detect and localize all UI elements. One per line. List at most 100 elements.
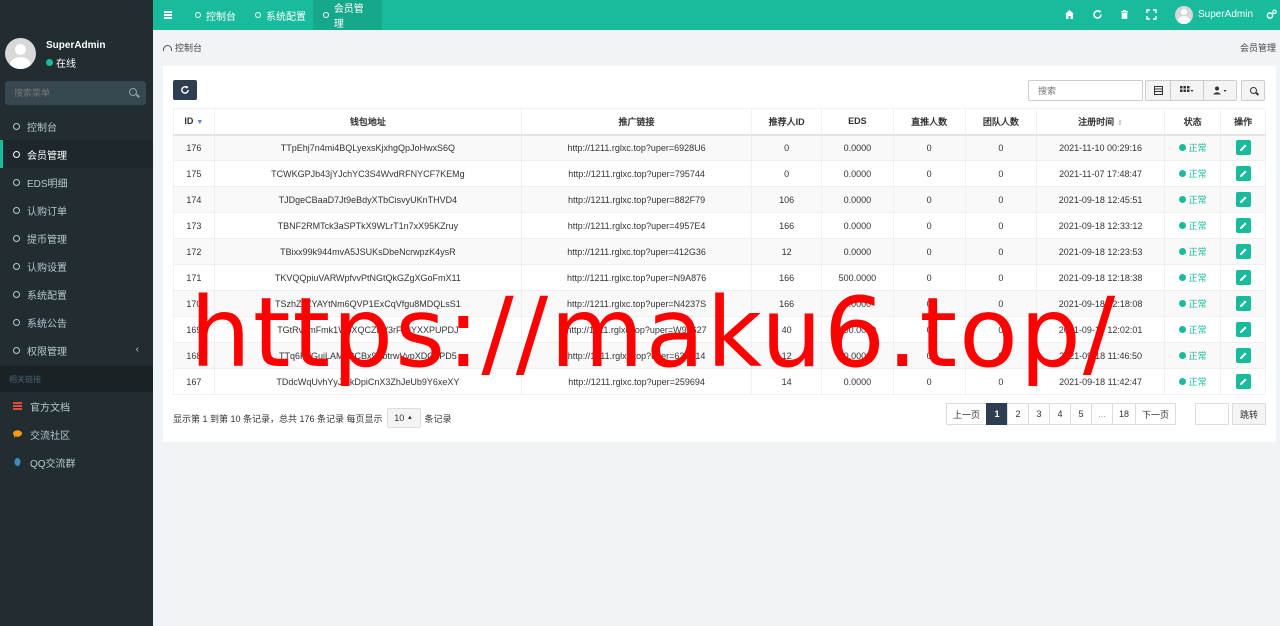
table-row[interactable]: 176 TTpEhj7n4mi4BQLyexsKjxhgQpJoHwxS6Q htt… bbox=[173, 134, 1266, 161]
sidebar-link-docs[interactable]: 官方文档 bbox=[0, 392, 153, 420]
table-row[interactable]: 171 TKVQQpiuVARWpfvvPtNGtQkGZgXGoFmX11 htt… bbox=[173, 264, 1266, 291]
page-button[interactable]: 4 bbox=[1049, 403, 1072, 425]
table-row[interactable]: 172 TBixx99k944mvA5JSUKsDbeNcrwpzK4ysR htt… bbox=[173, 238, 1266, 265]
table-row[interactable]: 175 TCWKGPJb43jYJchYC3S4WvdRFNYCF7KEMg htt… bbox=[173, 160, 1266, 187]
sidebar-item-system-config[interactable]: 系统配置 bbox=[0, 280, 153, 308]
status-badge: 正常 bbox=[1178, 375, 1207, 388]
table-row[interactable]: 170 TSzhZcZYAYtNm6QVP1ExCqVfgu8MDQLsS1 htt… bbox=[173, 290, 1266, 317]
menu-search-input[interactable] bbox=[5, 81, 115, 105]
edit-button[interactable] bbox=[1235, 192, 1251, 207]
circle-icon bbox=[13, 290, 20, 298]
status-dot-icon bbox=[1178, 222, 1186, 229]
sidebar-item-announcements[interactable]: 系统公告 bbox=[0, 308, 153, 336]
toggle-view-button[interactable] bbox=[1145, 80, 1171, 101]
menu-toggle-icon[interactable] bbox=[153, 0, 183, 30]
top-avatar[interactable] bbox=[1175, 6, 1193, 24]
sidebar-link-label: 官方文档 bbox=[30, 402, 70, 414]
prev-page-button[interactable]: 上一页 bbox=[946, 403, 988, 425]
circle-icon bbox=[13, 318, 20, 326]
table-row[interactable]: 174 TJDgeCBaaD7Jt9eBdyXTbCisvyUKnTHVD4 htt… bbox=[173, 186, 1266, 213]
search-icon[interactable] bbox=[129, 88, 137, 96]
sidebar-item-members[interactable]: 会员管理 bbox=[0, 140, 153, 168]
table-row[interactable]: 168 TTq6K2GujLAMuBCBx9SbtrwVypXDQ2PD5 http… bbox=[173, 342, 1266, 369]
sidebar-link-community[interactable]: 交流社区 bbox=[0, 420, 153, 448]
table-cell: 0.0000 bbox=[821, 134, 894, 161]
page-button[interactable]: 5 bbox=[1070, 403, 1093, 425]
table-search-input[interactable] bbox=[1028, 80, 1143, 101]
page-button[interactable]: 3 bbox=[1028, 403, 1051, 425]
tab-system-config[interactable]: 系统配置 bbox=[245, 0, 316, 30]
edit-button[interactable] bbox=[1235, 166, 1251, 181]
main-panel: ID▼ 钱包地址 推广链接 推荐人ID EDS 直推人数 团队人数 注册时间⇕ … bbox=[163, 66, 1276, 442]
tab-members[interactable]: 会员管理 bbox=[313, 0, 382, 30]
sidebar-item-dashboard[interactable]: 控制台 bbox=[0, 112, 153, 140]
status-cell: 正常 bbox=[1164, 368, 1222, 395]
settings-icon[interactable] bbox=[1266, 9, 1277, 20]
table-row[interactable]: 169 TGtRvgmFmk1WoXQCZFV3rFrNYXXPUPDJ http:… bbox=[173, 316, 1266, 343]
status-dot-icon bbox=[1178, 352, 1186, 359]
dashboard-icon bbox=[163, 44, 172, 51]
table-row[interactable]: 167 TDdcWqUvhYyJmkDpiCnX3ZhJeUb9Y6xeXY htt… bbox=[173, 368, 1266, 395]
sidebar-item-withdrawals[interactable]: 提币管理 bbox=[0, 224, 153, 252]
home-icon[interactable] bbox=[1064, 9, 1075, 20]
table-cell: 500.0000 bbox=[821, 316, 894, 343]
edit-button[interactable] bbox=[1235, 322, 1251, 337]
sidebar-item-permissions[interactable]: 权限管理 ‹ bbox=[0, 336, 153, 364]
table-header-row: ID ▼ 钱包地址 推广链接 推荐人ID EDS 直推人数 团队人数 注册时间 ⇕ … bbox=[173, 108, 1266, 136]
top-username[interactable]: SuperAdmin bbox=[1198, 9, 1253, 20]
fullscreen-icon[interactable] bbox=[1146, 9, 1157, 20]
status-dot-icon bbox=[1178, 326, 1186, 333]
table-row[interactable]: 173 TBNF2RMTck3aSPTkX9WLrT1n7xX95KZruy htt… bbox=[173, 212, 1266, 239]
column-header-register-time[interactable]: 注册时间 ⇕ bbox=[1035, 108, 1166, 136]
columns-button[interactable] bbox=[1170, 80, 1204, 101]
page-jump-button[interactable]: 跳转 bbox=[1232, 403, 1266, 425]
table-cell: 2021-11-10 00:29:16 bbox=[1035, 134, 1166, 161]
table-cell: 2021-09-18 12:02:01 bbox=[1035, 316, 1166, 343]
edit-button[interactable] bbox=[1235, 374, 1251, 389]
table-cell: http://1211.rglxc.top?uper=N9A876 bbox=[521, 264, 753, 291]
trash-icon[interactable] bbox=[1119, 9, 1130, 20]
pencil-icon bbox=[1239, 300, 1247, 307]
page-button[interactable]: 1 bbox=[986, 403, 1009, 425]
table-cell: 12 bbox=[751, 342, 823, 369]
breadcrumb[interactable]: 控制台 bbox=[163, 41, 202, 54]
table-cell: 0.0000 bbox=[821, 186, 894, 213]
pencil-icon bbox=[1239, 248, 1247, 255]
table-cell: TDdcWqUvhYyJmkDpiCnX3ZhJeUb9Y6xeXY bbox=[213, 368, 523, 395]
edit-button[interactable] bbox=[1235, 140, 1251, 156]
sidebar-item-eds-detail[interactable]: EDS明细 bbox=[0, 168, 153, 196]
sidebar-link-qq[interactable]: QQ交流群 bbox=[0, 448, 153, 476]
refresh-icon[interactable] bbox=[1092, 9, 1103, 20]
tab-dashboard[interactable]: 控制台 bbox=[185, 0, 246, 30]
status-cell: 正常 bbox=[1164, 238, 1222, 265]
edit-button[interactable] bbox=[1235, 270, 1251, 285]
table-refresh-button[interactable] bbox=[173, 80, 197, 100]
avatar[interactable] bbox=[5, 38, 36, 69]
table-cell: 0.0000 bbox=[821, 342, 894, 369]
page-button[interactable]: 2 bbox=[1007, 403, 1030, 425]
online-dot-icon bbox=[46, 59, 53, 66]
sidebar: SuperAdmin 在线 控制台 会员管理 EDS明细 认购订单 提币管理 认… bbox=[0, 0, 153, 626]
sidebar-item-subscription-orders[interactable]: 认购订单 bbox=[0, 196, 153, 224]
edit-button[interactable] bbox=[1235, 296, 1251, 311]
column-header-id[interactable]: ID ▼ bbox=[173, 108, 215, 136]
pagination: 上一页 1 2 3 4 5... 18 下一页 bbox=[946, 403, 1177, 425]
table-cell: 0 bbox=[964, 316, 1037, 343]
actions-cell bbox=[1220, 264, 1266, 291]
next-page-button[interactable]: 下一页 bbox=[1135, 403, 1177, 425]
edit-button[interactable] bbox=[1235, 218, 1251, 233]
tab-label: 会员管理 bbox=[333, 4, 364, 30]
chevron-left-icon: ‹ bbox=[135, 344, 139, 355]
edit-button[interactable] bbox=[1235, 244, 1251, 259]
page-size-select[interactable]: 10 ▲ bbox=[386, 408, 421, 428]
pagination-info-suffix: 条记录 bbox=[424, 413, 452, 424]
page-button[interactable]: 18 bbox=[1112, 403, 1137, 425]
actions-cell bbox=[1220, 290, 1266, 317]
circle-icon bbox=[323, 12, 329, 18]
columns-icon bbox=[1180, 86, 1194, 92]
page-jump-input[interactable] bbox=[1195, 403, 1229, 425]
sidebar-item-subscription-settings[interactable]: 认购设置 bbox=[0, 252, 153, 280]
edit-button[interactable] bbox=[1235, 348, 1251, 363]
export-button[interactable] bbox=[1203, 80, 1237, 101]
advanced-search-button[interactable] bbox=[1241, 80, 1265, 101]
